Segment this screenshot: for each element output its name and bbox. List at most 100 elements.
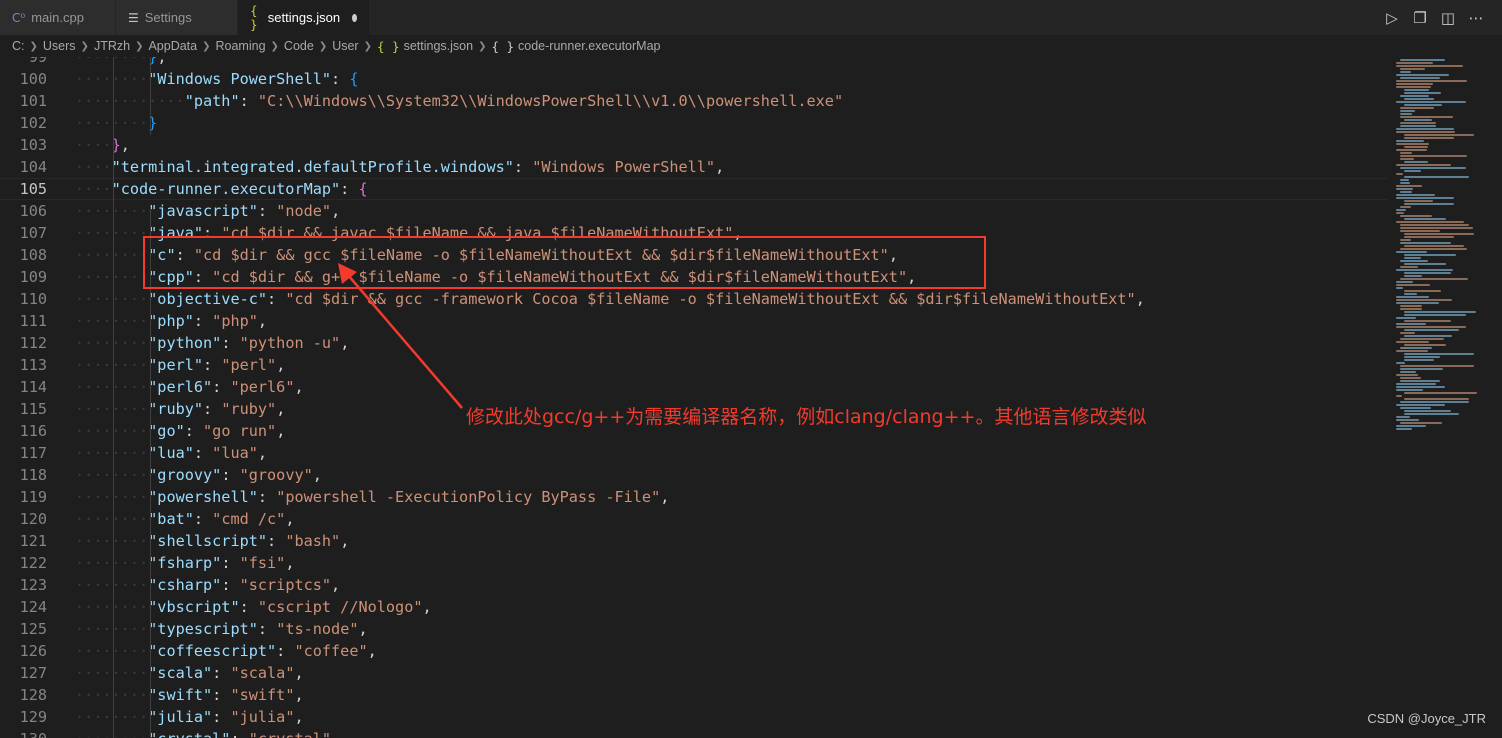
code-line[interactable]: 121 ········"shellscript": "bash", [0,530,1388,552]
minimap-line [1400,278,1468,280]
code-text: ····"code-runner.executorMap": { [75,178,368,200]
open-settings-icon[interactable]: ❐ [1412,9,1428,27]
breadcrumb-item[interactable]: AppData [148,39,197,53]
code-line[interactable]: 111 ········"php": "php", [0,310,1388,332]
code-text: ········"php": "php", [75,310,267,332]
breadcrumb-symbol[interactable]: code-runner.executorMap [518,39,660,53]
minimap-line [1400,368,1443,370]
code-text: ········}, [75,57,166,68]
minimap-line [1404,257,1421,259]
minimap-line [1404,200,1433,202]
minimap[interactable] [1388,57,1502,738]
code-line[interactable]: 130········"crystal": "crystal", [0,728,1388,738]
punctuation: , [312,466,322,484]
minimap-line [1404,137,1454,139]
code-line[interactable]: 125 ········"typescript": "ts-node", [0,618,1388,640]
whitespace-dots: ········ [75,268,149,286]
code-editor[interactable]: 99 ········}, 100 ········"Windows PowerShe… [0,57,1388,738]
minimap-line [1404,245,1464,247]
minimap-line [1400,113,1412,115]
breadcrumb-item[interactable]: Roaming [216,39,266,53]
minimap-line [1404,203,1454,205]
punctuation: , [340,532,350,550]
code-line[interactable]: 102 ········} [0,112,1388,134]
code-line[interactable]: 103 ····}, [0,134,1388,156]
minimap-line [1400,206,1411,208]
code-line[interactable]: 118 ········"groovy": "groovy", [0,464,1388,486]
punctuation: : [203,356,222,374]
code-line[interactable]: 123 ········"csharp": "scriptcs", [0,574,1388,596]
tab-settings[interactable]: ☰ Settings [116,0,238,35]
minimap-line [1400,122,1436,124]
code-line[interactable]: 120 ········"bat": "cmd /c", [0,508,1388,530]
code-line[interactable]: 117 ········"lua": "lua", [0,442,1388,464]
punctuation: : [203,400,222,418]
code-line[interactable]: 110 ········"objective-c": "cd $dir && gc… [0,288,1388,310]
minimap-line [1400,125,1436,127]
code-line[interactable]: 129 ········"julia": "julia", [0,706,1388,728]
line-number: 123 [19,576,47,594]
punctuation: , [285,554,295,572]
code-text: ········"perl6": "perl6", [75,376,304,398]
code-line[interactable]: 113 ········"perl": "perl", [0,354,1388,376]
json-string: "perl" [221,356,277,374]
code-line[interactable]: 100 ········"Windows PowerShell": { [0,68,1388,90]
minimap-line [1396,341,1429,343]
code-line[interactable]: 122 ········"fsharp": "fsi", [0,552,1388,574]
code-line[interactable]: 114 ········"perl6": "perl6", [0,376,1388,398]
code-line[interactable]: 112 ········"python": "python -u", [0,332,1388,354]
tab-settings-json[interactable]: { } settings.json [238,0,370,35]
punctuation: : [267,290,286,308]
minimap-line [1396,83,1433,85]
line-number: 113 [19,356,47,374]
line-number: 127 [19,664,47,682]
punctuation: , [276,356,286,374]
tab-main-cpp[interactable]: C⁰ main.cpp [0,0,116,35]
run-icon[interactable]: ▷ [1384,9,1400,27]
minimap-line [1404,329,1459,331]
unsaved-dot-icon[interactable] [352,13,357,22]
code-line[interactable]: 126 ········"coffeescript": "coffee", [0,640,1388,662]
line-number: 124 [19,598,47,616]
minimap-line [1396,269,1453,271]
minimap-line [1400,239,1411,241]
breadcrumb-item[interactable]: Users [43,39,76,53]
code-line[interactable]: 119 ········"powershell": "powershell -Ex… [0,486,1388,508]
more-actions-icon[interactable]: ⋯ [1468,9,1484,27]
code-line[interactable]: 99 ········}, [0,57,1388,68]
minimap-line [1404,359,1434,361]
code-line[interactable]: 101 ············"path": "C:\\Windows\\Sys… [0,90,1388,112]
split-editor-icon[interactable]: ◫ [1440,9,1456,27]
breadcrumb-file[interactable]: settings.json [404,39,473,53]
json-key: "objective-c" [148,290,268,308]
json-key: "julia" [148,708,213,726]
json-key: "perl" [148,356,204,374]
minimap-line [1396,185,1422,187]
code-line[interactable]: 104 ····"terminal.integrated.defaultProfi… [0,156,1388,178]
minimap-line [1400,110,1415,112]
code-text: ········"bat": "cmd /c", [75,508,294,530]
code-line[interactable]: 124 ········"vbscript": "cscript //Nologo… [0,596,1388,618]
breadcrumb-item[interactable]: JTRzh [94,39,130,53]
line-number: 110 [19,290,47,308]
punctuation: , [422,598,432,616]
json-key: "shellscript" [148,532,268,550]
json-key: "crystal" [148,730,230,738]
line-number: 111 [19,312,47,330]
line-number: 126 [19,642,47,660]
breadcrumb-item[interactable]: User [332,39,358,53]
minimap-line [1404,275,1422,277]
line-number: 102 [19,114,47,132]
json-key: "swift" [148,686,213,704]
minimap-line [1400,266,1418,268]
breadcrumb-item[interactable]: C: [12,39,25,53]
breadcrumb-item[interactable]: Code [284,39,314,53]
code-line[interactable]: 128 ········"swift": "swift", [0,684,1388,706]
code-line[interactable]: 106 ········"javascript": "node", [0,200,1388,222]
minimap-line [1400,227,1473,229]
code-line[interactable]: 105 ····"code-runner.executorMap": { [0,178,1388,200]
whitespace-dots: ········ [75,620,149,638]
punctuation: : [331,70,350,88]
json-string: "fsi" [239,554,286,572]
code-line[interactable]: 127 ········"scala": "scala", [0,662,1388,684]
